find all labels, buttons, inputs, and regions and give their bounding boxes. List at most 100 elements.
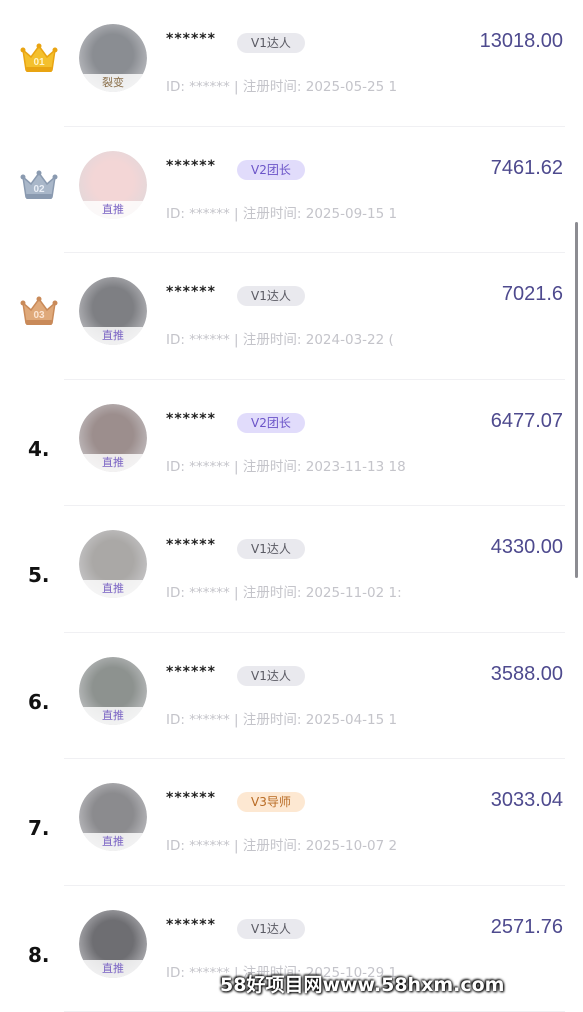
meta-divider: | [234,712,239,728]
amount-value: 2571.76 [491,916,563,939]
user-name: ****** [166,411,216,427]
amount-value: 4330.00 [491,536,563,559]
level-badge: V1达人 [237,286,305,306]
crown-rank-icon: 02 [19,167,59,203]
reg-time-value: 2025-05-25 1 [306,79,397,95]
user-meta: ID: ****** | 注册时间: 2025-05-25 1 [166,75,440,95]
level-badge: V1达人 [237,33,305,53]
id-value: ****** [189,585,230,601]
ranking-row[interactable]: 5. 直推 ****** V1达人 ID: ****** | 注册时间: 202… [0,506,583,633]
user-meta: ID: ****** | 注册时间: 2025-09-15 1 [166,202,440,222]
crown-rank-label: 03 [33,310,45,321]
amount-value: 6477.07 [491,410,563,433]
reg-time-label: 注册时间: [243,206,302,222]
reg-time-label: 注册时间: [243,79,302,95]
ranking-row[interactable]: 6. 直推 ****** V1达人 ID: ****** | 注册时间: 202… [0,633,583,760]
avatar-tag: 直推 [79,454,147,472]
level-badge: V3导师 [237,792,305,812]
id-label: ID: [166,206,185,222]
meta-divider: | [234,585,239,601]
rank-number: 5. [28,563,50,587]
crown-rank-label: 01 [33,57,45,68]
scrollbar[interactable] [575,222,578,578]
ranking-row[interactable]: 4. 直推 ****** V2团长 ID: ****** | 注册时间: 202… [0,380,583,507]
reg-time-value: 2025-10-07 2 [306,838,397,854]
reg-time-label: 注册时间: [243,332,302,348]
avatar[interactable]: 直推 [79,277,147,345]
id-label: ID: [166,965,185,981]
meta-divider: | [234,79,239,95]
id-label: ID: [166,838,185,854]
level-badge: V1达人 [237,919,305,939]
reg-time-value: 2023-11-13 18 [306,459,406,475]
avatar-tag: 直推 [79,201,147,219]
user-meta: ID: ****** | 注册时间: 2025-04-15 1 [166,708,440,728]
id-label: ID: [166,332,185,348]
avatar[interactable]: 直推 [79,910,147,978]
ranking-row[interactable]: 03 直推 ****** V1达人 ID: ****** | 注册时间: 202… [0,253,583,380]
id-label: ID: [166,712,185,728]
id-value: ****** [189,79,230,95]
user-name: ****** [166,158,216,174]
reg-time-label: 注册时间: [243,585,302,601]
user-name: ****** [166,31,216,47]
rank-number: 7. [28,816,50,840]
id-label: ID: [166,459,185,475]
reg-time-value: 2025-11-02 1: [306,585,402,601]
level-badge: V2团长 [237,160,305,180]
avatar[interactable]: 裂变 [79,24,147,92]
ranking-row[interactable]: 02 直推 ****** V2团长 ID: ****** | 注册时间: 202… [0,127,583,254]
reg-time-value: 2024-03-22 ( [306,332,394,348]
id-value: ****** [189,332,230,348]
id-value: ****** [189,712,230,728]
avatar[interactable]: 直推 [79,657,147,725]
ranking-row[interactable]: 01 裂变 ****** V1达人 ID: ****** | 注册时间: 202… [0,0,583,127]
avatar-tag: 直推 [79,960,147,978]
user-name: ****** [166,537,216,553]
level-badge: V2团长 [237,413,305,433]
user-meta: ID: ****** | 注册时间: 2025-10-07 2 [166,834,440,854]
avatar-tag: 裂变 [79,74,147,92]
id-value: ****** [189,838,230,854]
amount-value: 3033.04 [491,789,563,812]
avatar[interactable]: 直推 [79,783,147,851]
rank-number: 4. [28,437,50,461]
reg-time-label: 注册时间: [243,459,302,475]
user-meta: ID: ****** | 注册时间: 2024-03-22 ( [166,328,440,348]
avatar-tag: 直推 [79,580,147,598]
avatar[interactable]: 直推 [79,151,147,219]
rank-number: 6. [28,690,50,714]
meta-divider: | [234,332,239,348]
reg-time-label: 注册时间: [243,838,302,854]
id-value: ****** [189,459,230,475]
avatar[interactable]: 直推 [79,530,147,598]
user-meta: ID: ****** | 注册时间: 2025-11-02 1: [166,581,440,601]
watermark-text: 58好项目网www.58hxm.com [220,970,504,997]
user-name: ****** [166,917,216,933]
reg-time-value: 2025-09-15 1 [306,206,397,222]
user-name: ****** [166,284,216,300]
avatar[interactable]: 直推 [79,404,147,472]
id-label: ID: [166,79,185,95]
avatar-tag: 直推 [79,833,147,851]
avatar-tag: 直推 [79,707,147,725]
user-meta: ID: ****** | 注册时间: 2023-11-13 18 [166,455,440,475]
amount-value: 13018.00 [480,30,563,53]
user-name: ****** [166,790,216,806]
crown-rank-icon: 03 [19,293,59,329]
rank-number: 8. [28,943,50,967]
crown-rank-icon: 01 [19,40,59,76]
id-label: ID: [166,585,185,601]
meta-divider: | [234,206,239,222]
meta-divider: | [234,838,239,854]
user-name: ****** [166,664,216,680]
reg-time-value: 2025-04-15 1 [306,712,397,728]
level-badge: V1达人 [237,666,305,686]
ranking-list: 01 裂变 ****** V1达人 ID: ****** | 注册时间: 202… [0,0,583,1012]
crown-rank-label: 02 [33,184,45,195]
level-badge: V1达人 [237,539,305,559]
id-value: ****** [189,206,230,222]
amount-value: 7461.62 [491,157,563,180]
reg-time-label: 注册时间: [243,712,302,728]
ranking-row[interactable]: 7. 直推 ****** V3导师 ID: ****** | 注册时间: 202… [0,759,583,886]
